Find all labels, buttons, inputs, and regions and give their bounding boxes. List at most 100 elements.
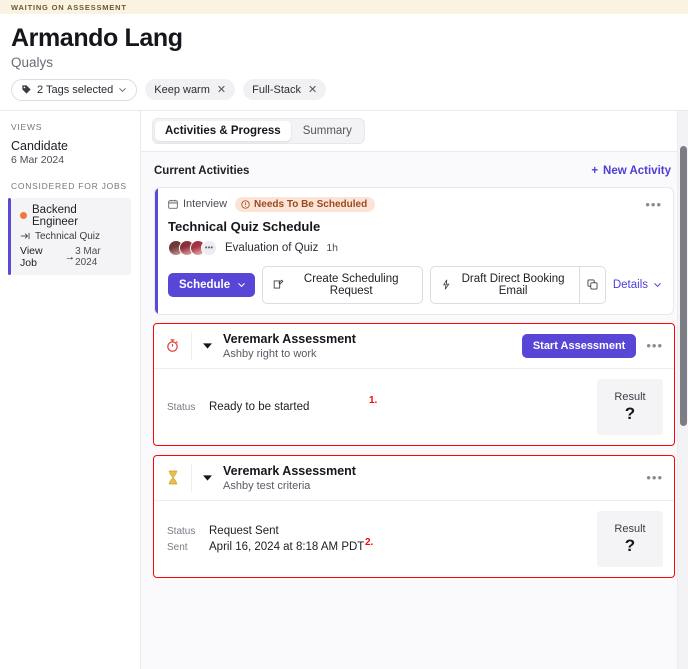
- view-job-link[interactable]: View Job →: [20, 245, 75, 269]
- draft-direct-booking-email-label: Draft Direct Booking Email: [461, 272, 565, 297]
- copy-icon: [587, 279, 598, 290]
- tag-icon: [21, 84, 32, 95]
- avatar-overflow[interactable]: •••: [201, 239, 217, 256]
- arrow-right-icon: →: [64, 250, 76, 263]
- interview-name: Evaluation of Quiz: [225, 241, 319, 254]
- new-activity-button[interactable]: + New Activity: [591, 165, 671, 177]
- field-key: Status: [167, 401, 196, 413]
- sidebar-item-candidate[interactable]: Candidate 6 Mar 2024: [11, 139, 131, 166]
- create-scheduling-request-label: Create Scheduling Request: [303, 272, 399, 297]
- status-banner: WAITING ON ASSESSMENT: [0, 0, 688, 14]
- assessment-card-header: Veremark Assessment Ashby right to work …: [154, 324, 674, 369]
- edit-note-icon: [273, 279, 284, 290]
- vertical-scrollbar[interactable]: [677, 110, 688, 669]
- draft-email-group: Draft Direct Booking Email: [430, 265, 606, 304]
- job-stage-label: Technical Quiz: [35, 230, 101, 242]
- tag-row: 2 Tags selected Keep warm ✕ Full-Stack ✕: [11, 78, 677, 110]
- annotation-number: 2.: [365, 536, 374, 548]
- draft-direct-booking-email-button[interactable]: Draft Direct Booking Email: [430, 265, 579, 304]
- assessment-titles: Veremark Assessment Ashby test criteria: [223, 464, 646, 492]
- create-scheduling-request-button[interactable]: Create Scheduling Request: [262, 265, 424, 304]
- result-box: Result ?: [597, 378, 663, 435]
- assessment-subtitle: Ashby right to work: [223, 347, 317, 360]
- sidebar-section-views: VIEWS: [11, 121, 43, 132]
- interview-title: Technical Quiz Schedule: [168, 218, 321, 234]
- activities-scroll-area: Current Activities + New Activity Interv…: [141, 152, 688, 669]
- activity-type-label: Interview: [183, 198, 228, 211]
- stopwatch-icon: [154, 331, 192, 360]
- interviewer-row: ••• Evaluation of Quiz 1h: [168, 239, 662, 256]
- tab-group: Activities & Progress Summary: [152, 117, 365, 144]
- chevron-down-icon: [237, 280, 246, 289]
- assessment-card-header: Veremark Assessment Ashby test criteria …: [154, 456, 674, 501]
- interview-activity-card: Interview Needs To Be Scheduled ••• Tech…: [154, 186, 674, 315]
- details-label: Details: [612, 278, 648, 291]
- field-key: Sent: [167, 541, 188, 553]
- status-badge-label: Needs To Be Scheduled: [254, 198, 368, 210]
- alert-circle-icon: [241, 200, 250, 209]
- field-value: Request Sent: [209, 524, 279, 537]
- copy-icon-button[interactable]: [578, 265, 606, 304]
- sidebar-job-card[interactable]: Backend Engineer Technical Quiz View Job…: [8, 197, 131, 275]
- section-header: Current Activities + New Activity: [154, 165, 674, 177]
- annotation-number: 1.: [369, 394, 378, 406]
- tags-select[interactable]: 2 Tags selected: [11, 78, 138, 101]
- close-icon[interactable]: ✕: [308, 83, 317, 96]
- interview-meta-row: Interview Needs To Be Scheduled •••: [168, 196, 662, 212]
- interview-duration: 1h: [326, 241, 339, 254]
- view-job-label: View Job: [20, 244, 43, 269]
- collapse-caret-icon[interactable]: [192, 342, 223, 350]
- field-value: April 16, 2024 at 8:18 AM PDT: [209, 540, 365, 553]
- interview-action-row: Schedule Create Scheduling Request Draft…: [168, 265, 662, 304]
- field-key: Status: [167, 525, 196, 537]
- field-value: Ready to be started: [209, 400, 310, 413]
- sidebar-item-label: Candidate: [11, 138, 68, 153]
- tab-activities-and-progress[interactable]: Activities & Progress: [155, 120, 291, 141]
- assessment-card: Veremark Assessment Ashby right to work …: [154, 323, 674, 445]
- assessment-field: Sent April 16, 2024 at 8:18 AM PDT: [167, 541, 364, 553]
- hourglass-icon: [154, 463, 192, 492]
- assessment-field: Status Request Sent: [167, 525, 364, 537]
- status-badge: Needs To Be Scheduled: [235, 196, 376, 212]
- body: VIEWS Candidate 6 Mar 2024 CONSIDERED FO…: [0, 109, 688, 669]
- interview-card-inner: Interview Needs To Be Scheduled ••• Tech…: [155, 188, 673, 314]
- assessment-titles: Veremark Assessment Ashby right to work: [223, 332, 522, 360]
- sidebar: VIEWS Candidate 6 Mar 2024 CONSIDERED FO…: [0, 110, 141, 669]
- stage-arrow-icon: [20, 231, 31, 241]
- status-banner-text: WAITING ON ASSESSMENT: [11, 2, 127, 12]
- start-assessment-button[interactable]: Start Assessment: [521, 333, 637, 358]
- more-options-icon[interactable]: •••: [646, 471, 663, 484]
- activity-type: Interview: [168, 198, 227, 210]
- new-activity-label: New Activity: [603, 164, 671, 177]
- candidate-header: Armando Lang Qualys 2 Tags selected Keep…: [0, 14, 688, 110]
- sidebar-section-jobs: CONSIDERED FOR JOBS: [11, 180, 127, 191]
- more-options-icon[interactable]: •••: [646, 339, 663, 352]
- schedule-button[interactable]: Schedule: [168, 272, 256, 297]
- assessment-title: Veremark Assessment: [223, 331, 356, 346]
- result-value: ?: [624, 536, 636, 556]
- section-title: Current Activities: [154, 164, 250, 177]
- close-icon[interactable]: ✕: [217, 83, 226, 96]
- result-label: Result: [614, 523, 646, 536]
- result-box: Result ?: [597, 510, 663, 567]
- tag-pill-full-stack[interactable]: Full-Stack ✕: [243, 79, 327, 101]
- tag-pill-keep-warm[interactable]: Keep warm ✕: [145, 79, 236, 101]
- plus-icon: +: [591, 164, 599, 177]
- collapse-caret-icon[interactable]: [192, 474, 223, 482]
- tag-pill-label: Full-Stack: [252, 83, 302, 96]
- job-footer: View Job → 3 Mar 2024: [20, 245, 124, 269]
- job-title-row: Backend Engineer: [20, 204, 124, 228]
- page-title: Armando Lang: [11, 24, 183, 52]
- assessment-card-body: Status Ready to be started 1. Result ?: [154, 369, 674, 445]
- assessment-card-annotation-1: Veremark Assessment Ashby right to work …: [153, 322, 675, 446]
- calendar-icon: [168, 199, 178, 209]
- job-date: 3 Mar 2024: [75, 245, 101, 268]
- more-options-icon[interactable]: •••: [645, 198, 662, 211]
- assessment-card-body: Status Request Sent Sent April 16, 2024 …: [154, 501, 674, 577]
- scrollbar-thumb[interactable]: [680, 145, 687, 426]
- tabbar: Activities & Progress Summary: [141, 110, 688, 152]
- sidebar-item-date: 6 Mar 2024: [11, 153, 65, 166]
- details-toggle[interactable]: Details: [613, 279, 662, 291]
- tab-summary[interactable]: Summary: [293, 121, 362, 141]
- job-title: Backend Engineer: [32, 203, 79, 228]
